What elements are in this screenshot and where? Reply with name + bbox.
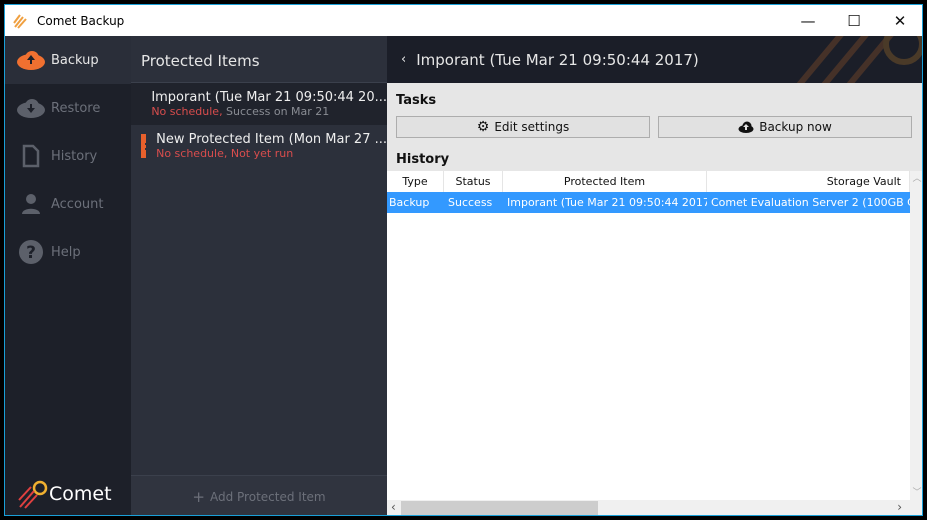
item-header: ‹ Imporant (Tue Mar 21 09:50:44 2017) — [387, 36, 922, 83]
protected-item[interactable]: Imporant (Tue Mar 21 09:50:44 20... No sc… — [131, 83, 387, 125]
window-title: Comet Backup — [37, 13, 125, 28]
button-label: Backup now — [759, 120, 832, 134]
column-header[interactable]: Protected Item — [503, 171, 707, 192]
sidebar-item-label: Account — [51, 196, 104, 212]
column-header[interactable]: Type — [387, 171, 444, 192]
history-table: Type Status Protected Item Storage Vault… — [387, 171, 922, 515]
table-header: Type Status Protected Item Storage Vault — [387, 171, 922, 192]
gear-icon: ⚙ — [476, 119, 490, 135]
comet-app-icon — [13, 13, 27, 29]
protected-items-panel: Protected Items Imporant (Tue Mar 21 09:… — [131, 36, 387, 515]
document-icon — [15, 144, 47, 168]
main-panel: ‹ Imporant (Tue Mar 21 09:50:44 2017) Ta… — [387, 36, 922, 515]
app-window: Comet Backup — ☐ ✕ Backup Restore Histor… — [4, 4, 923, 516]
cloud-upload-icon — [738, 121, 754, 133]
add-protected-item-button[interactable]: + Add Protected Item — [131, 475, 387, 515]
sidebar-item-restore[interactable]: Restore — [5, 84, 131, 132]
sidebar-item-history[interactable]: History — [5, 132, 131, 180]
file-icon — [141, 134, 147, 158]
panel-title: Protected Items — [131, 36, 387, 83]
comet-watermark-icon — [796, 36, 922, 83]
button-label: Edit settings — [494, 120, 570, 134]
scroll-thumb[interactable] — [401, 501, 598, 515]
item-schedule: No schedule, — [156, 147, 228, 160]
item-name: New Protected Item (Mon Mar 27 ... — [156, 132, 387, 147]
comet-logo-icon — [18, 480, 48, 509]
minimize-button[interactable]: — — [785, 5, 831, 36]
scroll-up-icon[interactable]: ︿ — [910, 171, 922, 184]
comet-logo: Comet — [17, 479, 112, 509]
sidebar-item-help[interactable]: ? Help — [5, 228, 131, 276]
edit-settings-button[interactable]: ⚙ Edit settings — [396, 116, 650, 138]
scroll-right-icon[interactable]: › — [897, 500, 902, 514]
vertical-scrollbar[interactable]: ︿ ﹀ — [910, 171, 922, 500]
add-label: Add Protected Item — [209, 489, 326, 504]
scroll-left-icon[interactable]: ‹ — [391, 500, 396, 514]
logo-text: Comet — [49, 483, 112, 505]
sidebar-item-label: History — [51, 148, 98, 164]
item-title: Imporant (Tue Mar 21 09:50:44 2017) — [416, 50, 699, 69]
user-icon — [15, 192, 47, 216]
plus-icon: + — [192, 487, 205, 506]
column-header[interactable]: Storage Vault — [707, 171, 910, 192]
help-icon: ? — [15, 240, 47, 264]
file-icon — [141, 92, 142, 116]
sidebar-item-backup[interactable]: Backup — [5, 36, 131, 84]
sidebar-item-label: Help — [51, 244, 81, 260]
item-status: Not yet run — [227, 147, 294, 160]
tasks-heading: Tasks — [396, 93, 437, 108]
cloud-upload-icon — [15, 48, 47, 72]
cell-storage-vault: Comet Evaluation Server 2 (100GB Cap — [711, 196, 910, 209]
cloud-download-icon — [15, 96, 47, 120]
sidebar-item-label: Backup — [51, 52, 99, 68]
scroll-down-icon[interactable]: ﹀ — [910, 485, 922, 498]
svg-text:?: ? — [26, 243, 36, 263]
table-row[interactable]: Backup Success Imporant (Tue Mar 21 09:5… — [387, 192, 922, 213]
sidebar-item-account[interactable]: Account — [5, 180, 131, 228]
item-schedule: No schedule, — [151, 105, 223, 118]
cell-status: Success — [448, 196, 493, 209]
sidebar-item-label: Restore — [51, 100, 101, 116]
maximize-button[interactable]: ☐ — [831, 5, 877, 36]
back-chevron-icon[interactable]: ‹ — [401, 52, 406, 67]
cell-type: Backup — [389, 196, 430, 209]
item-status: Success on Mar 21 — [222, 105, 330, 118]
close-button[interactable]: ✕ — [877, 5, 922, 36]
item-name: Imporant (Tue Mar 21 09:50:44 20... — [151, 90, 387, 105]
column-header[interactable]: Status — [444, 171, 503, 192]
sidebar: Backup Restore History Account ? Help Com… — [5, 36, 131, 515]
history-heading: History — [396, 152, 450, 167]
title-bar: Comet Backup — ☐ ✕ — [5, 5, 922, 36]
backup-now-button[interactable]: Backup now — [658, 116, 912, 138]
protected-item[interactable]: New Protected Item (Mon Mar 27 ... No sch… — [131, 125, 387, 167]
horizontal-scrollbar[interactable]: ‹ › — [387, 500, 922, 515]
cell-protected-item: Imporant (Tue Mar 21 09:50:44 2017) — [507, 196, 707, 209]
